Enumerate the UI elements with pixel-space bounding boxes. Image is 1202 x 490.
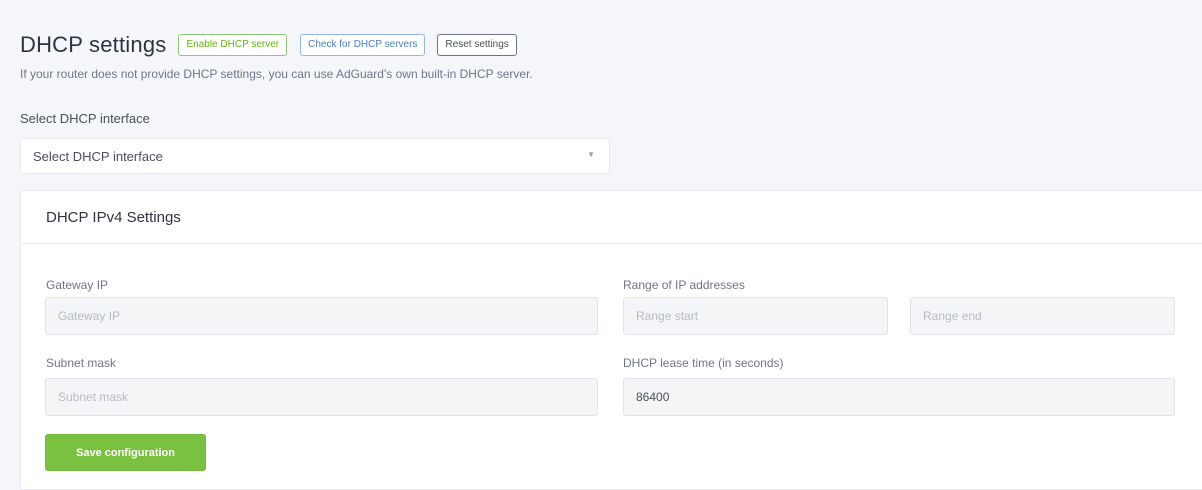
- interface-label: Select DHCP interface: [20, 111, 150, 126]
- lease-time-label: DHCP lease time (in seconds): [623, 356, 784, 370]
- range-start-input[interactable]: Range start: [623, 297, 888, 335]
- ip-range-label: Range of IP addresses: [623, 278, 745, 292]
- chevron-down-icon: ▼: [587, 150, 595, 159]
- lease-time-input[interactable]: 86400: [623, 378, 1175, 416]
- save-configuration-button[interactable]: Save configuration: [45, 434, 206, 471]
- interface-select[interactable]: Select DHCP interface ▼: [20, 138, 610, 174]
- gateway-ip-label: Gateway IP: [46, 278, 109, 292]
- page-title: DHCP settings: [20, 32, 167, 57]
- reset-settings-button[interactable]: Reset settings: [437, 34, 517, 56]
- dhcp-header: DHCP settings Enable DHCP server Check f…: [20, 32, 517, 58]
- ipv4-settings-card: DHCP IPv4 Settings Gateway IP Gateway IP…: [20, 190, 1202, 490]
- check-dhcp-button[interactable]: Check for DHCP servers: [300, 34, 426, 56]
- subnet-mask-input[interactable]: Subnet mask: [45, 378, 598, 416]
- subnet-mask-label: Subnet mask: [46, 356, 117, 370]
- page-description: If your router does not provide DHCP set…: [20, 67, 533, 81]
- range-end-input[interactable]: Range end: [910, 297, 1175, 335]
- card-title: DHCP IPv4 Settings: [21, 191, 1202, 244]
- interface-select-value: Select DHCP interface: [33, 148, 163, 164]
- gateway-ip-input[interactable]: Gateway IP: [45, 297, 598, 335]
- enable-dhcp-button[interactable]: Enable DHCP server: [178, 34, 288, 56]
